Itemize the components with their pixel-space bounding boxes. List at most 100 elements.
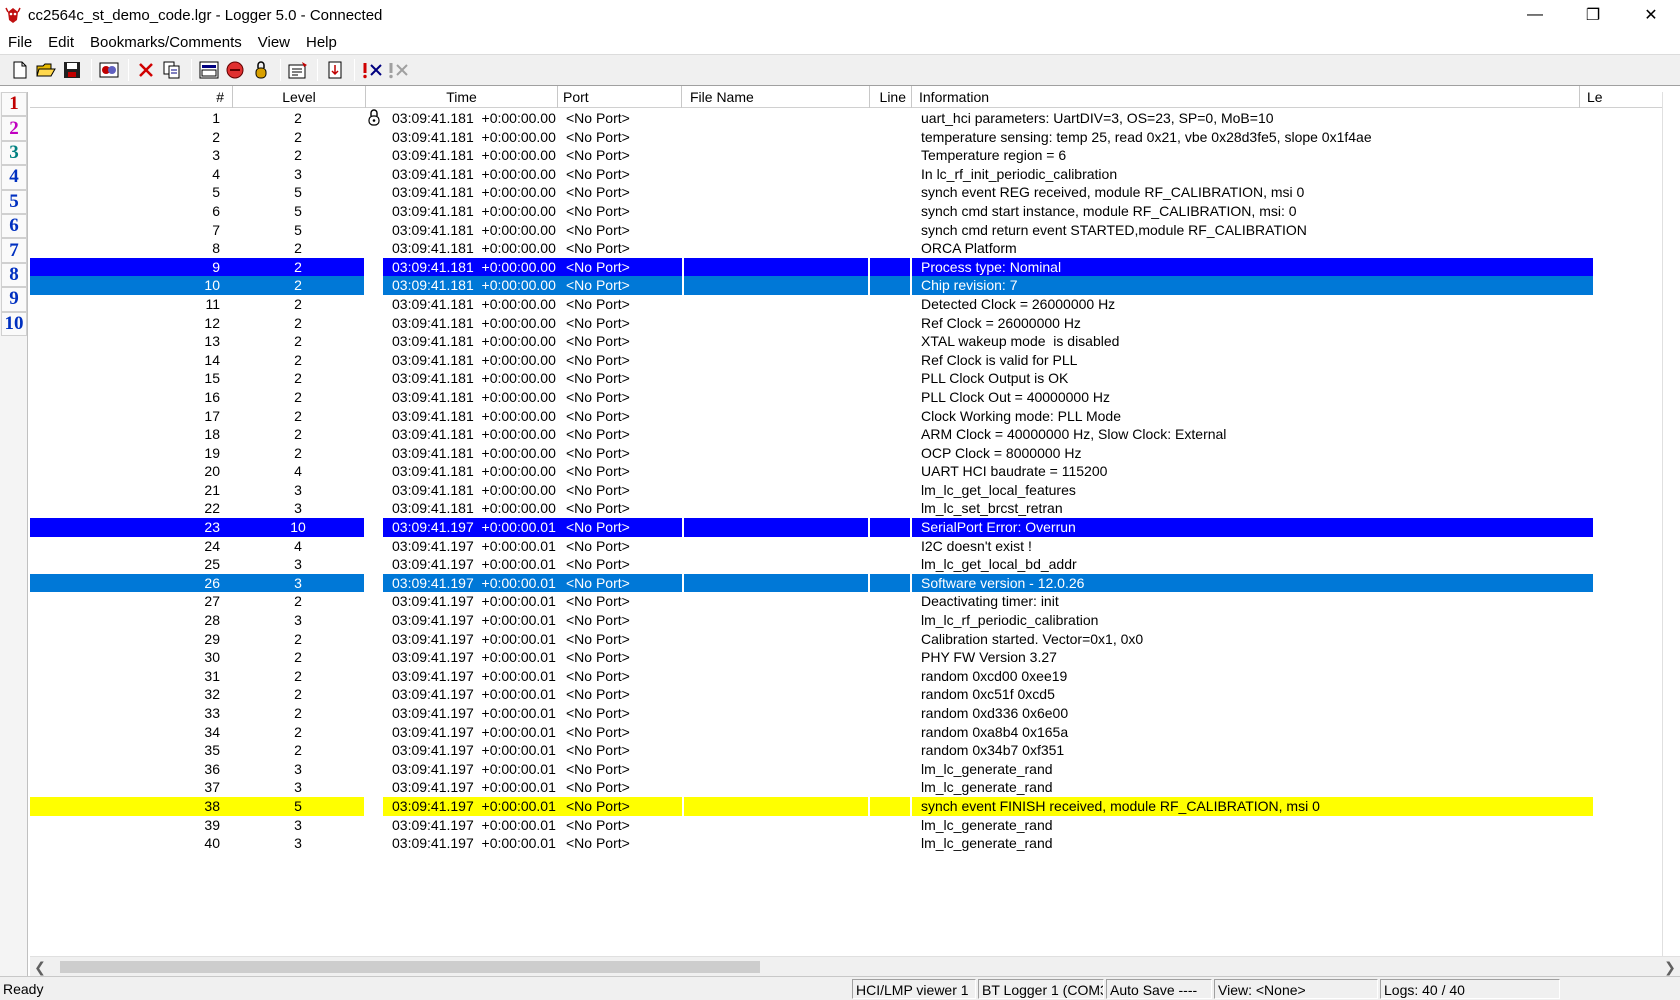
column-header-level[interactable]: Level <box>233 86 366 108</box>
horizontal-scrollbar[interactable]: ❮ ❯ <box>30 956 1680 976</box>
scroll-left-icon[interactable]: ❮ <box>30 957 50 977</box>
table-row[interactable]: 15 2 03:09:41.181 +0:00:00.000 <No Port> PLL… <box>30 369 1680 388</box>
table-row[interactable]: 19 2 03:09:41.181 +0:00:00.000 <No Port> OCP… <box>30 444 1680 463</box>
cell-information: lm_lc_generate_rand <box>921 779 1053 796</box>
table-row[interactable]: 8 2 03:09:41.181 +0:00:00.000 <No Port> ORCA… <box>30 239 1680 258</box>
bookmark-button[interactable]: 8 <box>1 262 27 288</box>
column-header-time[interactable]: Time <box>366 86 558 108</box>
table-row[interactable]: 12 2 03:09:41.181 +0:00:00.000 <No Port> Ref… <box>30 314 1680 333</box>
table-row[interactable]: 20 4 03:09:41.181 +0:00:00.000 <No Port> UAR… <box>30 462 1680 481</box>
table-row[interactable]: 24 4 03:09:41.197 +0:00:00.016 <No Port> I2C… <box>30 537 1680 556</box>
column-header-file-name[interactable]: File Name <box>682 86 870 108</box>
table-row[interactable]: 16 2 03:09:41.181 +0:00:00.000 <No Port> PLL… <box>30 388 1680 407</box>
table-row[interactable]: 13 2 03:09:41.181 +0:00:00.000 <No Port> XTA… <box>30 332 1680 351</box>
table-row[interactable]: 33 2 03:09:41.197 +0:00:00.016 <No Port> ran… <box>30 704 1680 723</box>
bookmark-button[interactable]: 6 <box>1 213 27 239</box>
bookmark-button[interactable]: 9 <box>1 287 27 312</box>
cell-time: 03:09:41.197 +0:00:00.016 <box>392 612 556 629</box>
table-row[interactable]: 37 3 03:09:41.197 +0:00:00.016 <No Port> lm_… <box>30 778 1680 797</box>
table-row[interactable]: 29 2 03:09:41.197 +0:00:00.016 <No Port> Cal… <box>30 630 1680 649</box>
save-button[interactable] <box>60 58 84 82</box>
export-button[interactable] <box>323 58 347 82</box>
table-row[interactable]: 10 2 03:09:41.181 +0:00:00.000 <No Port> Chi… <box>30 276 1680 295</box>
table-row[interactable]: 3 2 03:09:41.181 +0:00:00.000 <No Port> Temp… <box>30 146 1680 165</box>
cell-time: 03:09:41.197 +0:00:00.016 <box>392 797 556 814</box>
table-row[interactable]: 32 2 03:09:41.197 +0:00:00.016 <No Port> ran… <box>30 685 1680 704</box>
vertical-scrollbar[interactable] <box>1662 92 1680 956</box>
table-row[interactable]: 9 2 03:09:41.181 +0:00:00.000 <No Port> Proc… <box>30 257 1680 277</box>
error-clear-button[interactable] <box>386 58 410 82</box>
bookmark-button[interactable]: 2 <box>1 116 27 141</box>
table-row[interactable]: 25 3 03:09:41.197 +0:00:00.016 <No Port> lm_… <box>30 555 1680 574</box>
table-row[interactable]: 6 5 03:09:41.181 +0:00:00.000 <No Port> sync… <box>30 202 1680 221</box>
delete-button[interactable] <box>134 58 158 82</box>
column-header-information[interactable]: Information <box>912 86 1580 108</box>
cell-level: 2 <box>294 407 302 424</box>
table-row[interactable]: 36 3 03:09:41.197 +0:00:00.016 <No Port> lm_… <box>30 760 1680 779</box>
cell-information: synch event REG received, module RF_CALI… <box>921 184 1305 201</box>
table-row[interactable]: 17 2 03:09:41.181 +0:00:00.000 <No Port> Clo… <box>30 407 1680 426</box>
table-row[interactable]: 27 2 03:09:41.197 +0:00:00.016 <No Port> Dea… <box>30 592 1680 611</box>
table-row[interactable]: 7 5 03:09:41.181 +0:00:00.000 <No Port> sync… <box>30 221 1680 240</box>
table-row[interactable]: 21 3 03:09:41.181 +0:00:00.000 <No Port> lm_… <box>30 481 1680 500</box>
column-header-line[interactable]: Line <box>870 86 912 108</box>
bookmark-button[interactable]: 7 <box>1 238 27 263</box>
table-row[interactable]: 28 3 03:09:41.197 +0:00:00.016 <No Port> lm_… <box>30 611 1680 630</box>
bookmark-button[interactable]: 10 <box>1 311 27 336</box>
table-row[interactable]: 1 2 03:09:41.181 +0:00:00.000 <No Port> uart… <box>30 109 1680 128</box>
settings-button[interactable] <box>286 58 310 82</box>
column-header-number[interactable]: # <box>30 86 233 108</box>
stop-record-button[interactable] <box>223 58 247 82</box>
table-row[interactable]: 2 2 03:09:41.181 +0:00:00.000 <No Port> temp… <box>30 128 1680 147</box>
cell-number: 33 <box>204 705 220 721</box>
close-button[interactable]: ✕ <box>1622 0 1680 30</box>
cell-time: 03:09:41.181 +0:00:00.000 <box>392 147 556 164</box>
menu-view[interactable]: View <box>250 34 298 51</box>
table-row[interactable]: 22 3 03:09:41.181 +0:00:00.000 <No Port> lm_… <box>30 499 1680 518</box>
menu-help[interactable]: Help <box>298 34 345 51</box>
table-row[interactable]: 40 3 03:09:41.197 +0:00:00.016 <No Port> lm_… <box>30 834 1680 853</box>
minimize-button[interactable]: — <box>1506 0 1564 30</box>
table-row[interactable]: 34 2 03:09:41.197 +0:00:00.016 <No Port> ran… <box>30 723 1680 742</box>
table-row[interactable]: 38 5 03:09:41.197 +0:00:00.016 <No Port> syn… <box>30 796 1680 816</box>
table-row[interactable]: 4 3 03:09:41.181 +0:00:00.000 <No Port> In l… <box>30 165 1680 184</box>
new-file-button[interactable] <box>8 58 32 82</box>
table-row[interactable]: 18 2 03:09:41.181 +0:00:00.000 <No Port> ARM… <box>30 425 1680 444</box>
cell-number: 22 <box>204 500 220 517</box>
table-row[interactable]: 11 2 03:09:41.181 +0:00:00.000 <No Port> Det… <box>30 295 1680 314</box>
scroll-right-icon[interactable]: ❯ <box>1660 957 1680 977</box>
bookmark-button[interactable]: 3 <box>1 140 27 166</box>
bookmark-button[interactable]: 1 <box>1 92 27 117</box>
filter-button[interactable] <box>197 58 221 82</box>
replay-button[interactable] <box>97 58 121 82</box>
table-row[interactable]: 39 3 03:09:41.197 +0:00:00.016 <No Port> lm_… <box>30 816 1680 835</box>
table-row[interactable]: 23 10 03:09:41.197 +0:00:00.016 <No Port> Se… <box>30 518 1680 537</box>
cell-time: 03:09:41.181 +0:00:00.000 <box>392 444 556 461</box>
cell-level: 2 <box>294 388 302 405</box>
table-row[interactable]: 31 2 03:09:41.197 +0:00:00.016 <No Port> ran… <box>30 667 1680 686</box>
cell-level: 3 <box>294 816 302 833</box>
bookmark-button[interactable]: 5 <box>1 189 27 214</box>
cell-information: ARM Clock = 40000000 Hz, Slow Clock: Ext… <box>921 426 1227 443</box>
table-row[interactable]: 5 5 03:09:41.181 +0:00:00.000 <No Port> sync… <box>30 183 1680 202</box>
error-clear-icon <box>389 63 408 79</box>
menu-file[interactable]: File <box>0 34 40 51</box>
maximize-button[interactable]: ❐ <box>1564 0 1622 30</box>
error-marker-button[interactable] <box>360 58 384 82</box>
cell-level: 5 <box>294 797 302 814</box>
cell-level: 10 <box>290 519 306 536</box>
menu-bookmarks-comments[interactable]: Bookmarks/Comments <box>82 34 250 51</box>
scrollbar-thumb[interactable] <box>60 961 760 973</box>
column-header-port[interactable]: Port <box>558 86 682 108</box>
copy-button[interactable] <box>160 58 184 82</box>
toolbar-separator <box>354 59 355 81</box>
open-folder-button[interactable] <box>34 58 58 82</box>
table-row[interactable]: 14 2 03:09:41.181 +0:00:00.000 <No Port> Ref… <box>30 351 1680 370</box>
cell-port: <No Port> <box>566 277 630 294</box>
bookmark-button[interactable]: 4 <box>1 165 27 190</box>
table-row[interactable]: 30 2 03:09:41.197 +0:00:00.016 <No Port> PHY… <box>30 648 1680 667</box>
menu-edit[interactable]: Edit <box>40 34 82 51</box>
table-row[interactable]: 26 3 03:09:41.197 +0:00:00.016 <No Port> Sof… <box>30 573 1680 593</box>
table-row[interactable]: 35 2 03:09:41.197 +0:00:00.016 <No Port> ran… <box>30 741 1680 760</box>
lock-button[interactable] <box>249 58 273 82</box>
